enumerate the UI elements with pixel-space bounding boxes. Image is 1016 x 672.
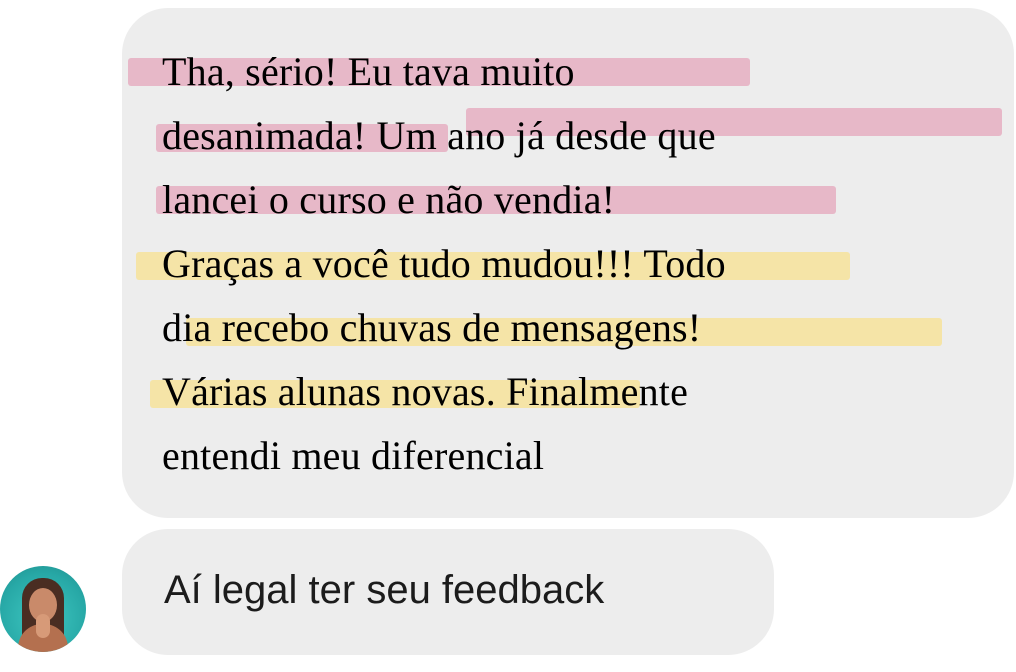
message-line-3: lancei o curso e não vendia!: [162, 177, 616, 222]
avatar-hands: [36, 614, 50, 638]
reply-message-text: Aí legal ter seu feedback: [164, 568, 605, 612]
message-line-7: entendi meu diferencial: [162, 433, 545, 478]
profile-photo-icon[interactable]: [0, 566, 86, 652]
message-line-6: Várias alunas novas. Finalmente: [162, 369, 689, 414]
message-line-5: dia recebo chuvas de mensagens!: [162, 305, 702, 350]
message-line-4: Graças a você tudo mudou!!! Todo: [162, 241, 726, 286]
chat-screenshot: Tha, sério! Eu tava muito desanimada! Um…: [0, 0, 1016, 672]
message-line-2: desanimada! Um ano já desde que: [162, 113, 716, 158]
message-line-1: Tha, sério! Eu tava muito: [162, 49, 575, 94]
